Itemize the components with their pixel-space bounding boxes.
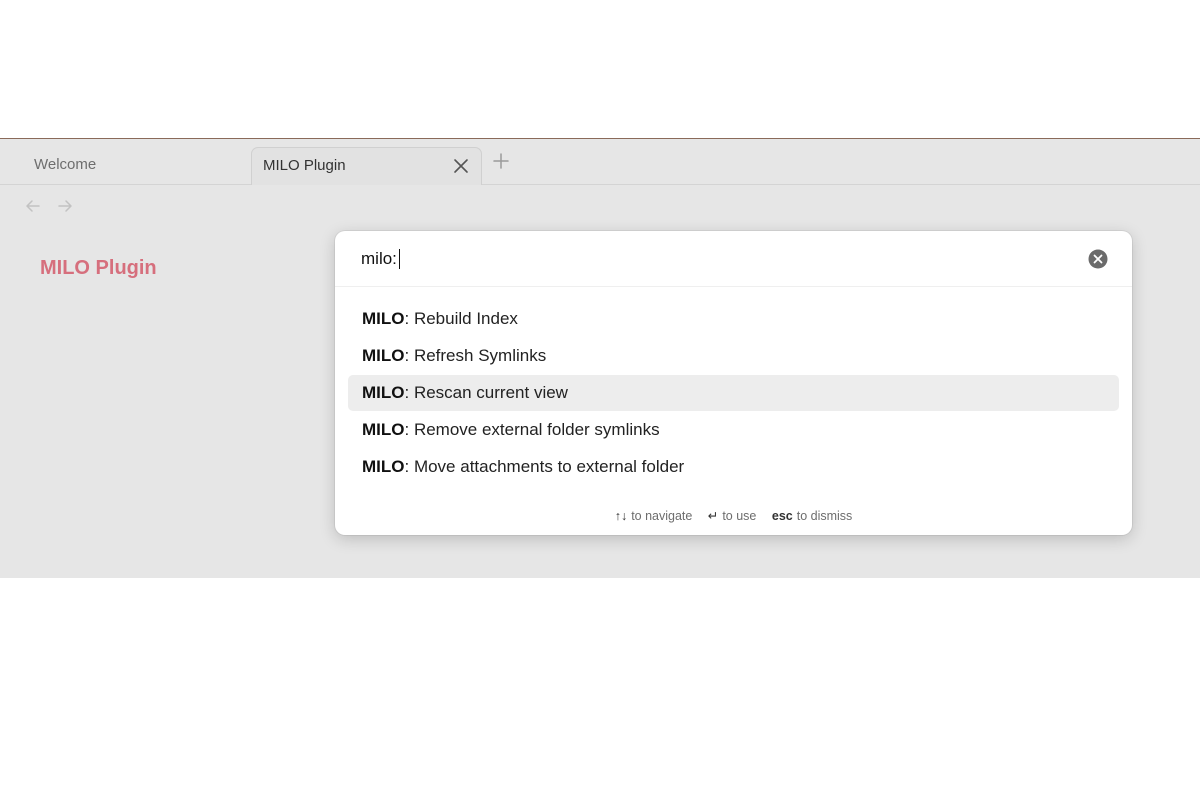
command-prefix: MILO bbox=[362, 457, 405, 476]
enter-key: ↵ bbox=[707, 509, 719, 523]
command-prefix: MILO bbox=[362, 346, 405, 365]
command-result-item[interactable]: MILO: Remove external folder symlinks bbox=[348, 412, 1119, 448]
command-prefix: MILO bbox=[362, 420, 405, 439]
arrow-right-icon[interactable] bbox=[56, 197, 74, 215]
tab-label: Welcome bbox=[34, 156, 97, 173]
command-name: : Remove external folder symlinks bbox=[404, 420, 660, 439]
tab-milo-plugin[interactable]: MILO Plugin bbox=[251, 147, 482, 185]
search-bar bbox=[335, 231, 1132, 287]
clear-icon[interactable] bbox=[1088, 249, 1108, 269]
palette-footer-hints: ↑↓ to navigate ↵ to use esc to dismiss bbox=[335, 508, 1132, 523]
navigate-key: ↑↓ bbox=[614, 509, 628, 523]
esc-key: esc bbox=[771, 509, 793, 523]
note-title: MILO Plugin bbox=[40, 257, 157, 279]
arrow-left-icon[interactable] bbox=[24, 197, 42, 215]
use-label: to use bbox=[722, 509, 757, 523]
command-prefix: MILO bbox=[362, 309, 405, 328]
use-hint: ↵ to use bbox=[708, 509, 757, 523]
dismiss-label: to dismiss bbox=[796, 509, 853, 523]
command-name: : Move attachments to external folder bbox=[404, 457, 685, 476]
command-result-item[interactable]: MILO: Move attachments to external folde… bbox=[348, 449, 1119, 485]
command-name: : Refresh Symlinks bbox=[404, 346, 547, 365]
dismiss-hint: esc to dismiss bbox=[772, 509, 852, 523]
tab-label: MILO Plugin bbox=[263, 157, 346, 174]
command-result-item-selected[interactable]: MILO: Rescan current view bbox=[348, 375, 1119, 411]
command-results-list: MILO: Rebuild Index MILO: Refresh Symlin… bbox=[348, 301, 1119, 486]
command-result-item[interactable]: MILO: Refresh Symlinks bbox=[348, 338, 1119, 374]
close-icon[interactable] bbox=[452, 157, 470, 175]
tab-bar: Welcome MILO Plugin bbox=[0, 139, 1200, 185]
command-name: : Rebuild Index bbox=[404, 309, 518, 328]
command-name: : Rescan current view bbox=[404, 383, 568, 402]
search-input[interactable] bbox=[361, 245, 1061, 273]
command-palette: MILO: Rebuild Index MILO: Refresh Symlin… bbox=[335, 231, 1132, 535]
command-prefix: MILO bbox=[362, 383, 405, 402]
plus-icon[interactable] bbox=[492, 152, 510, 170]
navigate-label: to navigate bbox=[631, 509, 693, 523]
command-result-item[interactable]: MILO: Rebuild Index bbox=[348, 301, 1119, 337]
tab-welcome[interactable]: Welcome bbox=[2, 147, 252, 185]
text-cursor bbox=[399, 249, 400, 269]
navigate-hint: ↑↓ to navigate bbox=[615, 509, 693, 523]
